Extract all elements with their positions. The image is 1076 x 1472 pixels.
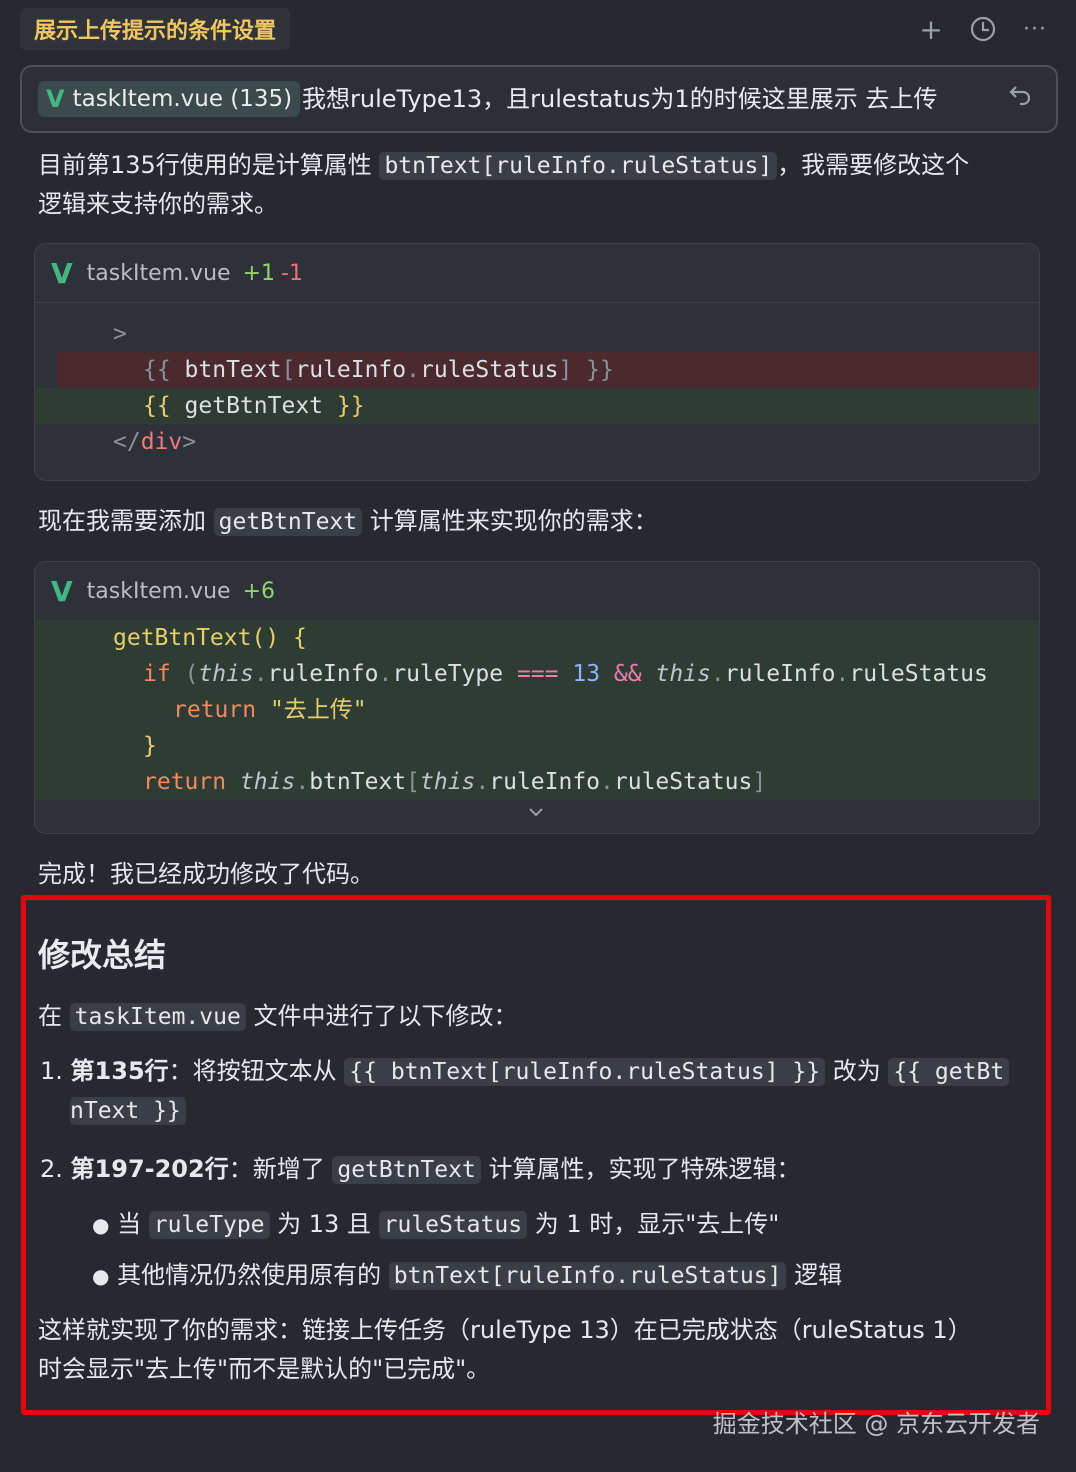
- code-diff-card[interactable]: V taskItem.vue +6 getBtnText() { if (thi…: [34, 561, 1040, 834]
- code-line-added: return this.btnText[this.ruleInfo.ruleSt…: [143, 769, 767, 795]
- undo-icon[interactable]: [1008, 81, 1034, 114]
- inline-code: ruleStatus: [378, 1211, 528, 1239]
- diff-filename: taskItem.vue: [86, 578, 231, 604]
- summary-closing-line1: 这样就实现了你的需求：链接上传任务（ruleType 13）在已完成状态（rul…: [38, 1316, 972, 1344]
- code-line-added: getBtnText() {: [113, 625, 307, 651]
- list-item-continuation: nText }}: [70, 1090, 186, 1131]
- more-ellipsis-icon[interactable]: ···: [1020, 12, 1050, 46]
- bullet-dot-icon: ●: [92, 1264, 110, 1288]
- file-reference-label: taskItem.vue (135): [72, 86, 293, 112]
- inline-code: getBtnText: [332, 1156, 481, 1184]
- vue-file-icon: V: [51, 574, 73, 608]
- code-line-added: {{ getBtnText }}: [35, 388, 1039, 424]
- inline-code: ruleType: [148, 1211, 270, 1239]
- list-text: ：将按钮文本从: [168, 1057, 337, 1085]
- list-item: 2. 第197-202行：新增了 getBtnText 计算属性，实现了特殊逻辑…: [40, 1149, 800, 1190]
- list-number: 2.: [40, 1155, 63, 1183]
- inline-code: btnText[ruleInfo.ruleStatus]: [388, 1262, 787, 1290]
- list-text: 计算属性，实现了特殊逻辑：: [488, 1155, 801, 1183]
- diff-removed-count: -1: [281, 260, 303, 286]
- assistant-intro-line1: 目前第135行使用的是计算属性 btnText[ruleInfo.ruleSta…: [38, 145, 969, 186]
- bullet-item: ● 其他情况仍然使用原有的 btnText[ruleInfo.ruleStatu…: [92, 1255, 842, 1296]
- bullet-item: ● 当 ruleType 为 13 且 ruleStatus 为 1 时，显示"…: [92, 1204, 779, 1245]
- bullet-text: 其他情况仍然使用原有的: [117, 1261, 382, 1289]
- vue-file-icon: V: [46, 85, 65, 113]
- list-bold: 第197-202行: [70, 1155, 229, 1183]
- list-bold: 第135行: [70, 1057, 169, 1085]
- list-item: 1. 第135行：将按钮文本从 {{ btnText[ruleInfo.rule…: [40, 1051, 1010, 1092]
- list-text: ：新增了: [228, 1155, 325, 1183]
- list-number: 1.: [40, 1057, 63, 1085]
- code-diff-card[interactable]: V taskItem.vue +1 -1 > {{ btnText[ruleIn…: [34, 243, 1040, 481]
- intro-text-before: 目前第135行使用的是计算属性: [38, 151, 372, 179]
- code-line-removed: {{ btnText[ruleInfo.ruleStatus] }}: [57, 352, 1039, 388]
- assistant-mid-text: 现在我需要添加 getBtnText 计算属性来实现你的需求：: [38, 501, 658, 542]
- summary-closing-line2: 时会显示"去上传"而不是默认的"已完成"。: [38, 1355, 491, 1383]
- plus-icon[interactable]: +: [916, 12, 946, 46]
- summary-intro-before: 在: [38, 1002, 62, 1030]
- code-line-added: return "去上传": [173, 697, 367, 723]
- bullet-text: 为 13 且: [277, 1210, 371, 1238]
- bullet-text: 为 1 时，显示"去上传": [534, 1210, 780, 1238]
- summary-intro-after: 文件中进行了以下修改：: [253, 1002, 518, 1030]
- conversation-title-text: 展示上传提示的条件设置: [34, 19, 277, 44]
- bullet-dot-icon: ●: [92, 1213, 110, 1237]
- list-text: 改为: [832, 1057, 881, 1085]
- inline-code: taskItem.vue: [69, 1003, 246, 1031]
- diff-added-count: +1: [242, 260, 275, 286]
- mid-text-before: 现在我需要添加: [38, 507, 206, 535]
- code-diff-header[interactable]: V taskItem.vue +1 -1: [35, 244, 1039, 303]
- done-message: 完成！我已经成功修改了代码。: [38, 860, 374, 888]
- inline-code: {{ btnText[ruleInfo.ruleStatus] }}: [344, 1058, 826, 1086]
- assistant-intro-line2: 逻辑来支持你的需求。: [38, 190, 278, 218]
- diff-filename: taskItem.vue: [86, 260, 231, 286]
- inline-code: nText }}: [70, 1097, 186, 1125]
- code-diff-header[interactable]: V taskItem.vue +6: [35, 562, 1039, 621]
- inline-code: btnText[ruleInfo.ruleStatus]: [379, 152, 778, 180]
- code-line-added: }: [143, 733, 157, 759]
- intro-text-after: ，我需要修改这个: [777, 151, 970, 179]
- bullet-text: 当: [117, 1210, 142, 1238]
- conversation-title: 展示上传提示的条件设置: [20, 8, 291, 50]
- bullet-text: 逻辑: [794, 1261, 843, 1289]
- vue-file-icon: V: [51, 256, 73, 290]
- watermark: 掘金技术社区 @ 京东云开发者: [712, 1410, 1040, 1438]
- summary-heading: 修改总结: [38, 936, 167, 974]
- summary-intro: 在 taskItem.vue 文件中进行了以下修改：: [38, 996, 517, 1037]
- inline-code: getBtnText: [213, 508, 363, 536]
- user-prompt-bubble[interactable]: V taskItem.vue (135) 我想ruleType13，且rules…: [20, 65, 1058, 133]
- diff-added-count: +6: [242, 578, 275, 604]
- mid-text-after: 计算属性来实现你的需求：: [369, 507, 658, 535]
- code-line-added: if (this.ruleInfo.ruleType === 13 && thi…: [143, 661, 988, 687]
- user-prompt-text: 我想ruleType13，且rulestatus为1的时候这里展示 去上传: [302, 85, 938, 113]
- code-line: >: [113, 321, 127, 347]
- expand-chevron-icon[interactable]: [527, 804, 545, 823]
- code-line: </div>: [113, 429, 197, 455]
- history-clock-icon[interactable]: [968, 12, 998, 46]
- inline-code: {{ getBt: [888, 1058, 1010, 1086]
- file-reference-chip[interactable]: V taskItem.vue (135): [38, 81, 301, 117]
